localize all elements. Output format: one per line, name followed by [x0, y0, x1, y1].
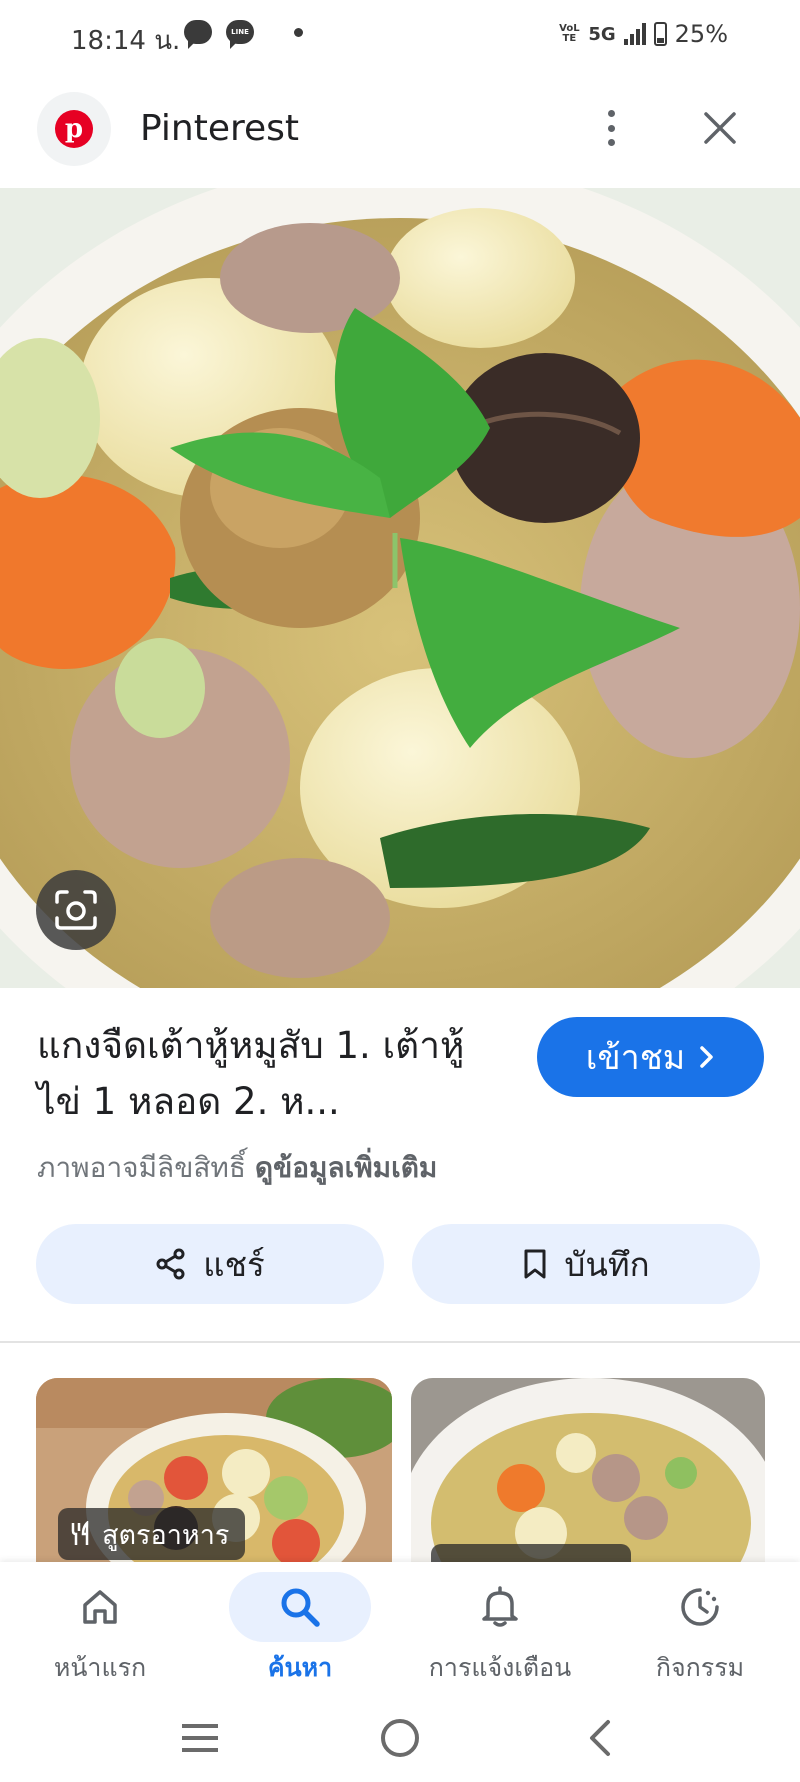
signal-icon [623, 23, 646, 45]
nav-search[interactable]: ค้นหา [200, 1572, 400, 1692]
recipe-tag: สูตรอาหาร [58, 1508, 246, 1560]
battery-percent: 25% [674, 20, 728, 48]
close-icon [704, 112, 736, 144]
bookmark-icon [524, 1249, 546, 1279]
share-icon [156, 1248, 185, 1280]
nav-notifications[interactable]: การแจ้งเตือน [400, 1572, 600, 1692]
copyright-notice: ภาพอาจมีลิขสิทธิ์ ดูข้อมูลเพิ่มเติม [37, 1146, 437, 1190]
recent-apps-icon [182, 1724, 218, 1752]
nav-notifications-label: การแจ้งเตือน [428, 1653, 572, 1682]
share-label: แชร์ [203, 1244, 265, 1284]
nav-activity-icon-wrap [629, 1572, 771, 1642]
nav-home[interactable]: หน้าแรก [0, 1572, 200, 1692]
volte-indicator: VoLTE [559, 23, 580, 44]
back-button[interactable] [570, 1710, 630, 1766]
close-button[interactable] [698, 106, 742, 150]
google-lens-button[interactable] [36, 870, 116, 950]
home-button[interactable] [370, 1710, 430, 1766]
lens-camera-icon [55, 890, 97, 930]
visit-button[interactable]: เข้าชม [537, 1017, 764, 1097]
save-button[interactable]: บันทึก [412, 1224, 760, 1304]
share-button[interactable]: แชร์ [36, 1224, 384, 1304]
home-icon [83, 1590, 117, 1624]
nav-home-icon-wrap [29, 1572, 171, 1642]
copyright-text: ภาพอาจมีลิขสิทธิ์ [37, 1151, 246, 1184]
related-result-2[interactable] [411, 1378, 765, 1564]
visit-button-label: เข้าชม [585, 1038, 686, 1078]
chevron-right-icon [700, 1046, 713, 1068]
save-label: บันทึก [564, 1244, 650, 1284]
pinterest-logo-icon: p [55, 110, 93, 148]
bottom-navigation: หน้าแรก ค้นหา การแจ้งเตือน กิจกรรม [0, 1562, 800, 1694]
system-navigation-bar [0, 1694, 800, 1782]
nav-home-label: หน้าแรก [53, 1653, 147, 1682]
soup-photo [0, 188, 800, 988]
source-logo[interactable]: p [37, 92, 111, 166]
more-notifications-dot-icon [294, 27, 303, 37]
line-app-icon: LINE [226, 20, 254, 49]
system-indicators: VoLTE 5G 25% [558, 20, 728, 48]
search-icon [281, 1588, 320, 1627]
recent-apps-button[interactable] [170, 1710, 230, 1766]
status-time: 18:14 น. [71, 26, 181, 56]
section-divider [0, 1341, 800, 1343]
status-bar: 18:14 น. LINE VoLTE 5G 25% [0, 0, 800, 74]
result-image[interactable] [0, 188, 800, 988]
activity-icon [681, 1588, 719, 1626]
source-title: Pinterest [140, 108, 300, 149]
recipe-tag-label: สูตรอาหาร [102, 1519, 230, 1551]
battery-icon [653, 22, 667, 46]
notification-icons: LINE [184, 20, 303, 49]
back-chevron-icon [590, 1720, 610, 1756]
recipe-tag-2 [431, 1544, 631, 1564]
nav-activity-label: กิจกรรม [655, 1653, 745, 1682]
related-image-2 [411, 1378, 765, 1564]
nav-activity[interactable]: กิจกรรม [600, 1572, 800, 1692]
result-title: แกงจืดเต้าหู้หมูสับ 1. เต้าหู้ไข่ 1 หลอด… [37, 1024, 465, 1123]
home-circle-icon [381, 1719, 419, 1757]
more-info-link[interactable]: ดูข้อมูลเพิ่มเติม [255, 1151, 437, 1184]
nav-notifications-icon-wrap [429, 1572, 571, 1642]
nav-search-label: ค้นหา [267, 1653, 333, 1682]
related-result-1[interactable]: สูตรอาหาร [36, 1378, 392, 1564]
nav-search-icon-wrap [229, 1572, 371, 1642]
bell-icon [482, 1586, 518, 1627]
app-header: p Pinterest [0, 84, 800, 176]
more-options-icon[interactable] [596, 104, 626, 152]
message-icon [184, 20, 212, 49]
utensils-icon [71, 1521, 89, 1545]
network-type: 5G [588, 23, 616, 45]
